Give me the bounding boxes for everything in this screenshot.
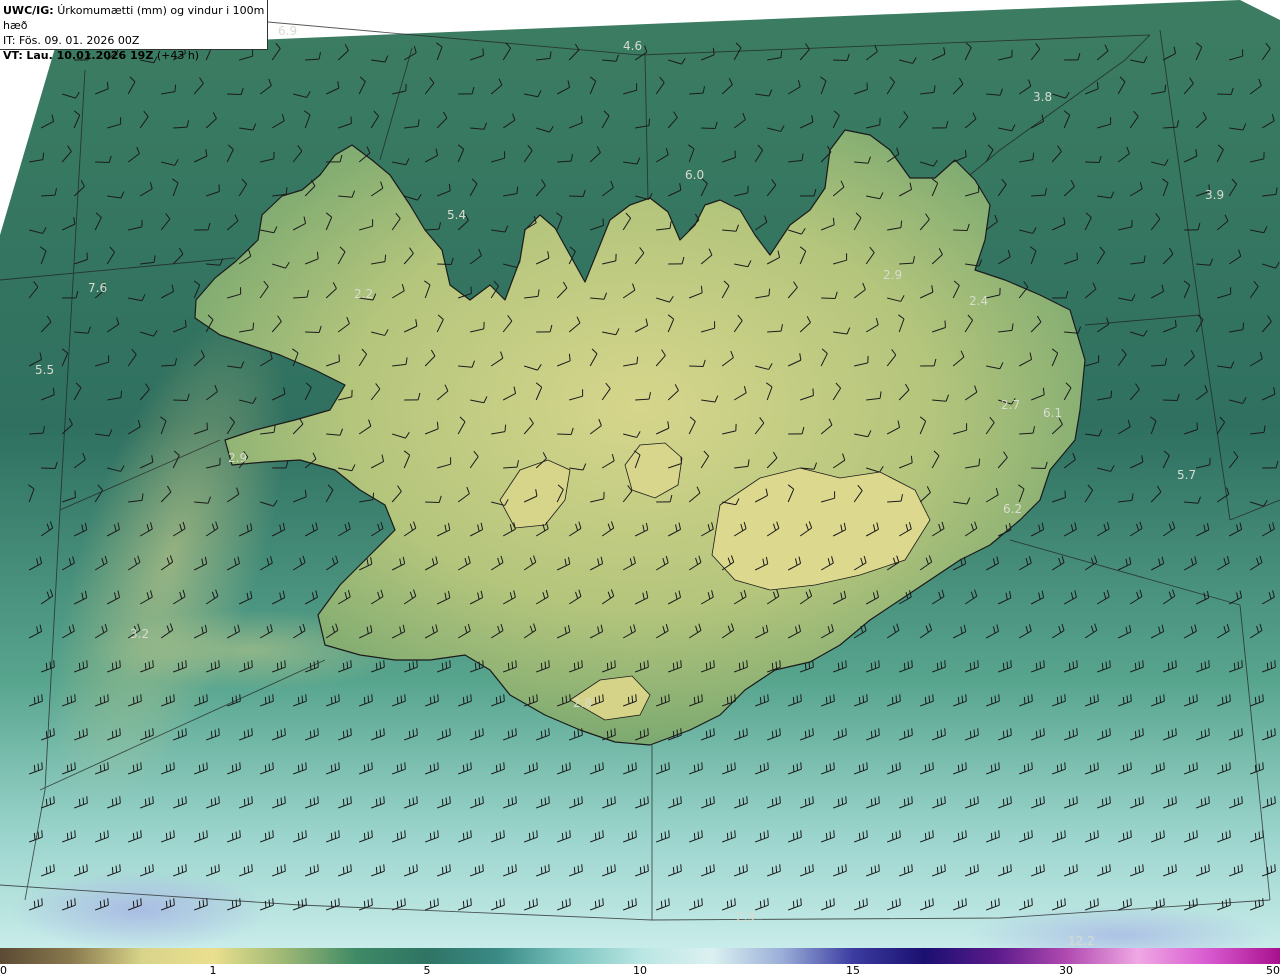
info-vt-line: VT: Lau. 10.01.2026 19Z (+43 h) [3,48,267,63]
value-label: 7.6 [88,281,107,295]
info-it-line: IT: Fös. 09. 01. 2026 00Z [3,33,267,48]
colorbar-gradient [0,948,1280,964]
colorbar-tick: 30 [1059,964,1073,977]
init-time: Fös. 09. 01. 2026 00Z [18,34,140,47]
value-label: 2.4 [969,294,988,308]
forecast-map: 6.9 4.6 3.8 3.9 6.0 5.4 2.9 2.4 7.6 2.2 … [0,0,1280,948]
value-label: 2.9 [228,451,247,465]
colorbar-tick: 15 [846,964,860,977]
value-label: 6.0 [685,168,704,182]
valid-time: Lau. 10.01.2026 19Z [26,49,154,62]
model-name: UWC/IG: [3,4,54,17]
value-label: 6.1 [1043,406,1062,420]
value-label: 3.9 [1205,188,1224,202]
value-label: 2.2 [354,287,373,301]
it-label: IT: [3,34,16,47]
forecast-info-box: UWC/IG: Úrkomumætti (mm) og vindur i 100… [0,0,268,62]
map-canvas: 6.9 4.6 3.8 3.9 6.0 5.4 2.9 2.4 7.6 2.2 … [0,0,1280,948]
colorbar-legend: 0 1 5 10 15 30 50 [0,948,1280,978]
value-label: 2.9 [883,268,902,282]
value-label: 3.2 [130,627,149,641]
colorbar-tick: 5 [423,964,431,977]
value-label: 5.7 [1177,468,1196,482]
value-label: 6.9 [278,24,297,38]
value-label: 12.2 [1068,934,1095,948]
vt-label: VT: [3,49,23,62]
colorbar-tick: 10 [633,964,647,977]
value-label: 3.8 [1033,90,1052,104]
info-title-line: UWC/IG: Úrkomumætti (mm) og vindur i 100… [3,3,267,33]
value-label: 2.8 [573,696,592,710]
lead-time: (+43 h) [156,49,200,62]
value-label: 5.5 [35,363,54,377]
colorbar-tick: 1 [209,964,217,977]
value-label: 5.4 [447,208,466,222]
value-label: 2.9 [736,910,755,924]
value-label: 6.2 [1003,502,1022,516]
colorbar-tick: 0 [0,964,7,977]
value-label: 4.6 [623,39,642,53]
value-label: 2.7 [1001,398,1020,412]
colorbar-tick: 50 [1266,964,1280,977]
